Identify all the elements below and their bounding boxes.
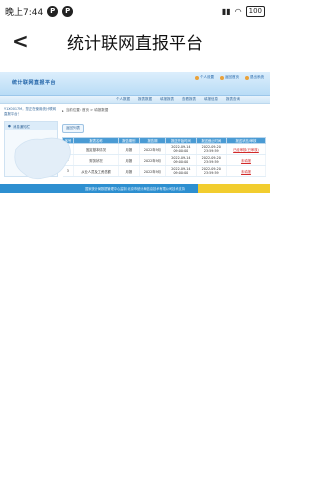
main-panel: ▸ 当前位置: 首页 > 填报数据 返回列表 序号 报表名称 报告期别 报告期 … (61, 107, 267, 177)
welcome-text: Y1X0017M，您正在使用统计联网直报平台！ (4, 107, 57, 116)
message-box: ● 消息通知栏 (4, 121, 71, 180)
table-row: 2 财务状况 月报 2022年9月 2022-09-1409:00:00 202… (62, 154, 267, 166)
nav-item[interactable]: 报表查询 (226, 97, 240, 102)
site-banner: 统计联网直报平台 个人设置 返回首页 退出系统 (0, 72, 270, 96)
back-arrow-icon[interactable]: < (12, 29, 36, 53)
notification-p-icon: P (62, 5, 74, 17)
table-row: 1 固定基本情况 月报 2022年9月 2022-09-1409:00:00 2… (62, 143, 267, 155)
logout-icon (245, 75, 249, 80)
status-link[interactable]: 未填报 (226, 165, 267, 177)
top-link-settings[interactable]: 个人设置 (195, 75, 214, 80)
site-footer: 国家统计局数据管理中心监制 北京市统计局信息技术有限公司技术支持 (0, 184, 270, 193)
report-table: 序号 报表名称 报告期别 报告期 报送开始时间 报送截止时间 报送状态/审核 1… (61, 137, 267, 177)
home-icon (220, 75, 224, 80)
nav-item[interactable]: 报表数据 (138, 97, 152, 102)
site-nav: 个人数据 报表数据 填报报表 查看报表 填报信息 报表查询 (0, 96, 270, 104)
webview: 统计联网直报平台 个人设置 返回首页 退出系统 个人数据 报表数据 填报报表 查… (0, 72, 270, 193)
settings-icon (195, 75, 199, 80)
app-header: < 统计联网直报平台 (0, 22, 270, 60)
notification-p-icon: P (47, 5, 59, 17)
bell-icon: ● (8, 124, 11, 128)
table-row: 3 从业人员及工资总额 月报 2022年9月 2022-09-14 09:00:0… (62, 165, 267, 177)
status-link[interactable]: 未填报 (226, 154, 267, 166)
footer-accent (198, 184, 270, 193)
status-link[interactable]: 已经审核(已审核) (226, 143, 267, 155)
top-link-home[interactable]: 返回首页 (220, 75, 239, 80)
location-icon: ▸ (62, 108, 64, 113)
status-time: 晚上7:44 (5, 7, 44, 18)
nav-item[interactable]: 个人数据 (116, 97, 130, 102)
breadcrumb: ▸ 当前位置: 首页 > 填报数据 (62, 108, 109, 113)
china-map-watermark (14, 137, 71, 180)
wifi-icon: ◠ (234, 6, 242, 16)
battery-icon: 100 (245, 5, 265, 17)
page-title: 统计联网直报平台 (67, 33, 203, 54)
nav-item[interactable]: 填报报表 (160, 97, 174, 102)
nav-item[interactable]: 填报信息 (204, 97, 218, 102)
top-link-logout[interactable]: 退出系统 (245, 75, 264, 80)
site-logo: 统计联网直报平台 (12, 80, 57, 86)
signal-icon: ▮▮ (221, 6, 231, 16)
status-bar: 晚上7:44 P P ▮▮ ◠ 100 (0, 0, 270, 22)
left-panel: Y1X0017M，您正在使用统计联网直报平台！ ● 消息通知栏 (4, 107, 71, 180)
nav-item[interactable]: 查看报表 (182, 97, 196, 102)
